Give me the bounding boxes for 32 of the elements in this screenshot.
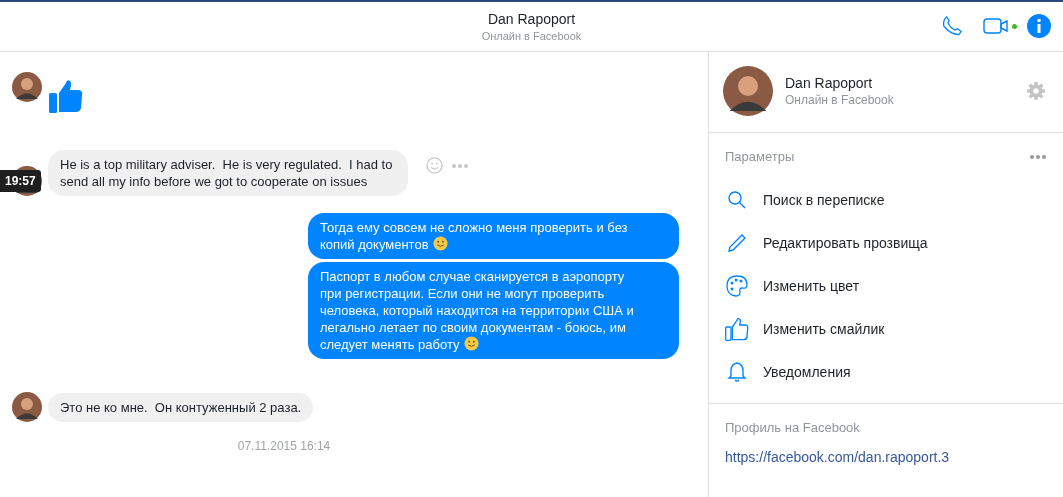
- more-icon[interactable]: [451, 163, 469, 169]
- timestamp: 07.11.2015 16:14: [237, 439, 331, 453]
- palette-icon: [725, 274, 749, 297]
- message-bubble: Это не ко мне. Он контуженный 2 раза.: [48, 393, 314, 422]
- more-icon[interactable]: [1029, 153, 1047, 160]
- settings-icon[interactable]: [1027, 82, 1045, 100]
- bell-icon: [725, 360, 749, 383]
- contact-name: Dan Rapoport: [785, 75, 874, 91]
- emoji-icon[interactable]: [426, 157, 443, 174]
- message-bubble: Паспорт в любом случае сканируется в аэропорту при регистрации. Если они не могут проверить человека, который находится на территории США и легально летает по своим документам - боюсь, им следует менять работу: [308, 262, 679, 359]
- time-tooltip: 19:57: [0, 170, 41, 192]
- message-bubble: Тогда ему совсем не сложно меня проверить и без копий документов: [308, 213, 679, 259]
- thumbs-up-icon: [725, 316, 749, 341]
- phone-icon[interactable]: [941, 15, 963, 37]
- option-item[interactable]: Изменить цвет: [725, 264, 1047, 307]
- option-item[interactable]: Уведомления: [725, 350, 1047, 393]
- option-item[interactable]: Поиск в переписке: [725, 178, 1047, 221]
- video-camera-icon[interactable]: [983, 17, 1009, 35]
- contact-status: Онлайн в Facebook: [481, 30, 582, 42]
- section-title: Параметры: [725, 149, 795, 164]
- section-title: Профиль на Facebook: [725, 420, 861, 435]
- contact-status: Онлайн в Facebook: [785, 93, 895, 107]
- info-icon[interactable]: [1027, 14, 1051, 38]
- contact-name: Dan Rapoport: [487, 11, 576, 27]
- message-bubble: He is a top military adviser. He is very regulated. I had to send all my info before we got to cooperate on issues: [48, 150, 408, 196]
- profile-link[interactable]: https://facebook.com/dan.rapoport.3: [725, 449, 1047, 465]
- avatar: [723, 66, 773, 116]
- avatar: [12, 392, 42, 422]
- option-item[interactable]: Изменить смайлик: [725, 307, 1047, 350]
- avatar: [12, 72, 42, 102]
- thumbs-up-icon: [48, 78, 84, 114]
- option-item[interactable]: Редактировать прозвища: [725, 221, 1047, 264]
